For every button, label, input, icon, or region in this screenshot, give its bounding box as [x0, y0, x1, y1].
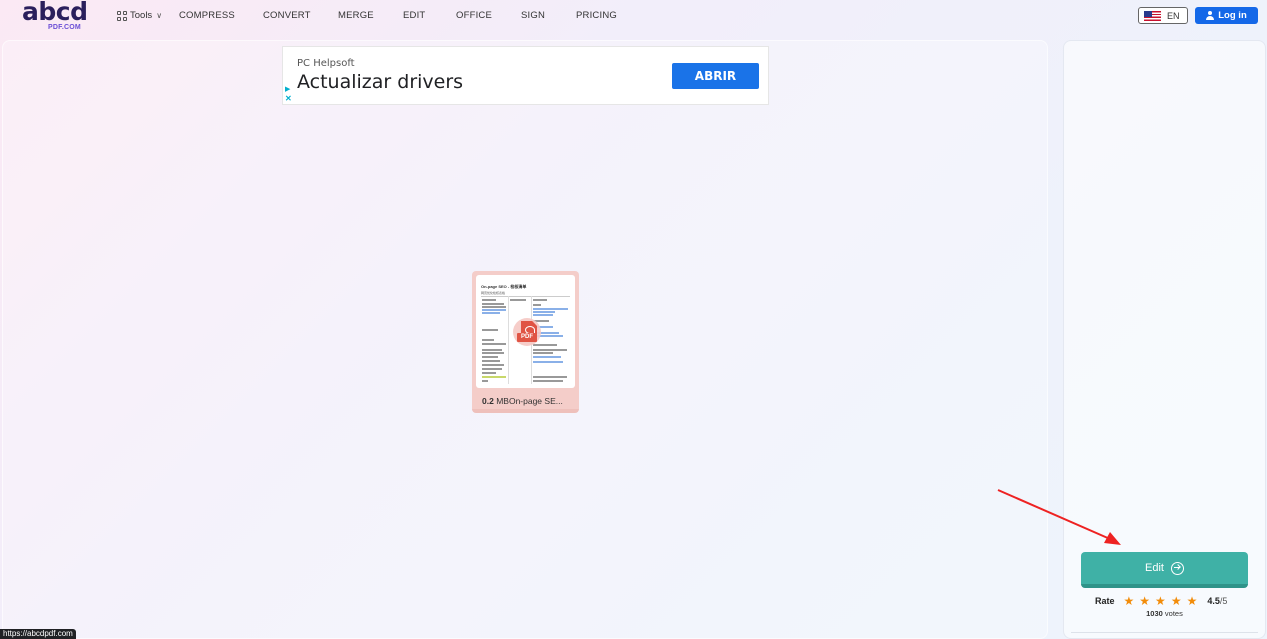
ad-banner[interactable]: PC Helpsoft Actualizar drivers ABRIR ▶ ✕ [282, 46, 769, 105]
ad-open-button[interactable]: ABRIR [672, 63, 759, 89]
star-icon[interactable]: ★ [1187, 595, 1198, 607]
votes-label: votes [1164, 609, 1183, 618]
rating-score: 4.5 [1207, 596, 1220, 606]
votes-number: 1030 [1146, 609, 1163, 618]
user-icon [1206, 11, 1215, 20]
votes-count: 1030 votes [1081, 609, 1248, 618]
star-icon[interactable]: ★ [1139, 595, 1150, 607]
language-label: EN [1167, 10, 1180, 21]
file-size: 0.2 [482, 396, 494, 406]
sidebar-divider [1071, 632, 1258, 633]
language-selector[interactable]: EN [1138, 7, 1188, 24]
edit-button-label: Edit [1145, 562, 1164, 574]
file-info: 0.2 MBOn-page SE... [482, 396, 563, 406]
status-bar-url: https://abcdpdf.com [0, 629, 76, 639]
star-icon[interactable]: ★ [1155, 595, 1166, 607]
top-header: abcd PDF.COM Tools ∨ COMPRESS CONVERT ME… [0, 0, 1267, 34]
us-flag-icon [1144, 10, 1161, 21]
ad-close-icon[interactable]: ✕ [285, 95, 292, 103]
login-button[interactable]: Log in [1195, 7, 1258, 24]
logo-subtext: PDF.COM [48, 24, 81, 31]
nav-compress[interactable]: COMPRESS [179, 10, 235, 21]
star-icon[interactable]: ★ [1124, 595, 1135, 607]
nav-convert[interactable]: CONVERT [263, 10, 311, 21]
login-label: Log in [1218, 10, 1247, 21]
nav-merge[interactable]: MERGE [338, 10, 374, 21]
nav-edit[interactable]: EDIT [403, 10, 425, 21]
pdf-badge-label: PDF [517, 333, 537, 342]
rating-widget: Rate ★ ★ ★ ★ ★ 4.5 /5 [1095, 595, 1227, 607]
chevron-down-icon: ∨ [156, 11, 163, 20]
star-icon[interactable]: ★ [1171, 595, 1182, 607]
annotation-arrow [997, 489, 1121, 545]
file-name: MBOn-page SE... [496, 396, 563, 406]
nav-tools-menu[interactable]: Tools ∨ [117, 10, 162, 21]
apps-grid-icon [117, 10, 127, 21]
rating-stars: ★ ★ ★ ★ ★ [1124, 595, 1198, 607]
site-logo[interactable]: abcd PDF.COM [22, 0, 90, 33]
arrow-right-circle-icon [1170, 561, 1184, 575]
ad-advertiser: PC Helpsoft [297, 58, 355, 69]
main-nav: Tools ∨ COMPRESS CONVERT MERGE EDIT OFFI… [117, 10, 617, 21]
nav-tools-label: Tools [130, 10, 153, 21]
rating-max: /5 [1219, 596, 1228, 606]
pdf-file-icon: PDF [513, 318, 541, 346]
edit-button[interactable]: Edit [1081, 552, 1248, 588]
rate-label: Rate [1095, 596, 1115, 606]
file-thumbnail: On-page SEO - 检核清单 网页优化检核表格 PDF [476, 275, 575, 388]
ad-headline[interactable]: Actualizar drivers [297, 71, 463, 93]
uploaded-file-card[interactable]: On-page SEO - 检核清单 网页优化检核表格 PDF 0.2 MBOn… [472, 271, 579, 413]
ad-choices-icon[interactable]: ▶ [285, 86, 290, 94]
logo-wordmark: abcd [22, 0, 88, 26]
thumbnail-subtitle: 网页优化检核表格 [481, 291, 506, 295]
nav-sign[interactable]: SIGN [521, 10, 545, 21]
nav-office[interactable]: OFFICE [456, 10, 492, 21]
nav-pricing[interactable]: PRICING [576, 10, 617, 21]
thumbnail-title: On-page SEO - 检核清单 [481, 284, 527, 289]
